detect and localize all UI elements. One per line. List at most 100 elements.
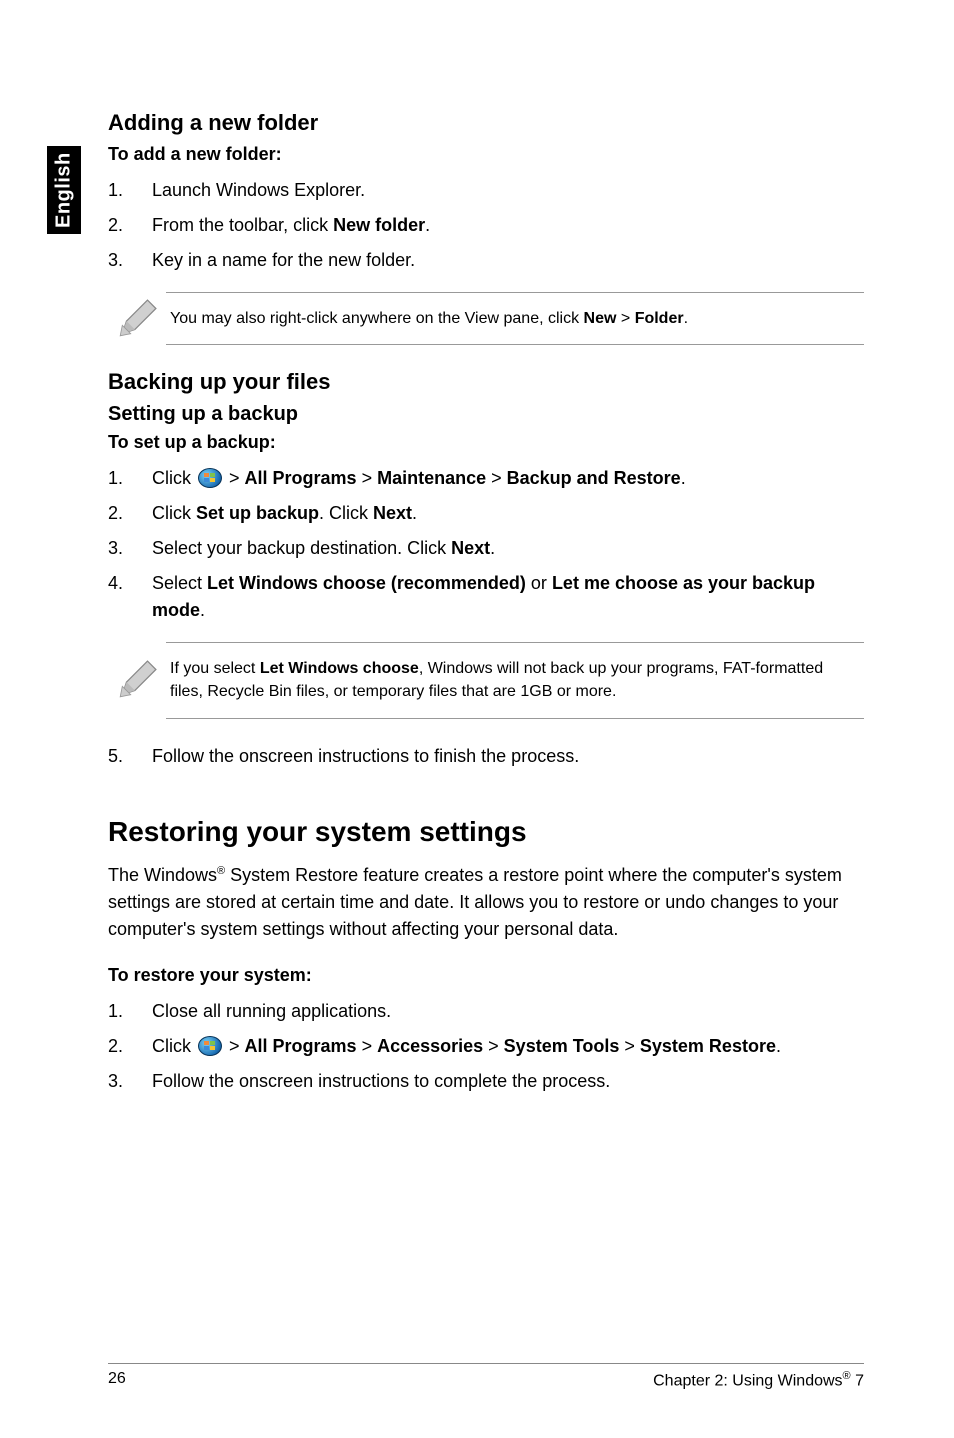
page-content: Adding a new folder To add a new folder:…: [0, 0, 954, 1095]
text-fragment: or: [526, 573, 552, 593]
steps-restore: 1. Close all running applications. 2. Cl…: [108, 998, 864, 1095]
note-box: If you select Let Windows choose, Window…: [108, 642, 864, 718]
text-fragment: .: [200, 600, 205, 620]
text-bold: System Restore: [640, 1036, 776, 1056]
step-number: 1.: [108, 177, 152, 204]
restore-body: The Windows® System Restore feature crea…: [108, 862, 864, 943]
subheading-setting-backup: Setting up a backup: [108, 403, 864, 426]
step-number: 1.: [108, 998, 152, 1025]
step-text: From the toolbar, click New folder.: [152, 212, 864, 239]
step-number: 2.: [108, 212, 152, 239]
pencil-icon: [108, 659, 166, 701]
text-fragment: Click: [152, 1036, 196, 1056]
windows-start-icon: [198, 1036, 222, 1056]
steps-backup: 1. Click > All Programs > Maintenance > …: [108, 465, 864, 624]
text-bold: New folder: [333, 215, 425, 235]
list-item: 1. Launch Windows Explorer.: [108, 177, 864, 204]
registered-mark: ®: [843, 1370, 851, 1382]
steps-add-folder: 1. Launch Windows Explorer. 2. From the …: [108, 177, 864, 274]
heading-backup: Backing up your files: [108, 369, 864, 395]
step-number: 2.: [108, 1033, 152, 1060]
step-text: Follow the onscreen instructions to comp…: [152, 1068, 864, 1095]
text-fragment: >: [224, 1036, 245, 1056]
text-bold: Maintenance: [377, 468, 486, 488]
text-fragment: Select: [152, 573, 207, 593]
windows-start-icon: [198, 468, 222, 488]
text-fragment: Chapter 2: Using Windows: [653, 1372, 842, 1389]
list-item: 1. Click > All Programs > Maintenance > …: [108, 465, 864, 492]
text-fragment: .: [684, 310, 688, 327]
list-item: 2. Click > All Programs > Accessories > …: [108, 1033, 864, 1060]
pencil-icon: [108, 298, 166, 340]
text-fragment: .: [412, 503, 417, 523]
step-text: Click Set up backup. Click Next.: [152, 500, 864, 527]
step-text: Click > All Programs > Maintenance > Bac…: [152, 465, 864, 492]
text-fragment: From the toolbar, click: [152, 215, 333, 235]
step-number: 3.: [108, 1068, 152, 1095]
text-fragment: Click: [152, 503, 196, 523]
text-fragment: .: [425, 215, 430, 235]
note-text: If you select Let Windows choose, Window…: [166, 642, 864, 718]
registered-mark: ®: [217, 865, 225, 877]
text-fragment: Select your backup destination. Click: [152, 538, 451, 558]
step-number: 1.: [108, 465, 152, 492]
text-fragment: Click: [152, 468, 196, 488]
page-number: 26: [108, 1370, 126, 1390]
text-fragment: >: [619, 1036, 640, 1056]
text-fragment: 7: [851, 1372, 864, 1389]
lead-add-folder: To add a new folder:: [108, 144, 864, 165]
chapter-label: Chapter 2: Using Windows® 7: [653, 1370, 864, 1390]
text-fragment: .: [490, 538, 495, 558]
text-bold: Set up backup: [196, 503, 319, 523]
list-item: 5. Follow the onscreen instructions to f…: [108, 743, 864, 770]
list-item: 3. Select your backup destination. Click…: [108, 535, 864, 562]
step-text: Launch Windows Explorer.: [152, 177, 864, 204]
step-number: 2.: [108, 500, 152, 527]
text-bold: Accessories: [377, 1036, 483, 1056]
page-footer: 26 Chapter 2: Using Windows® 7: [108, 1363, 864, 1390]
steps-backup-cont: 5. Follow the onscreen instructions to f…: [108, 743, 864, 770]
text-fragment: >: [357, 468, 378, 488]
heading-restore: Restoring your system settings: [108, 816, 864, 848]
text-bold: Let Windows choose: [260, 660, 419, 677]
text-fragment: .: [776, 1036, 781, 1056]
heading-adding-folder: Adding a new folder: [108, 110, 864, 136]
text-bold: Backup and Restore: [507, 468, 681, 488]
note-text: You may also right-click anywhere on the…: [166, 292, 864, 345]
lead-restore: To restore your system:: [108, 965, 864, 986]
lead-backup: To set up a backup:: [108, 432, 864, 453]
text-bold: Next: [451, 538, 490, 558]
step-text: Follow the onscreen instructions to fini…: [152, 743, 864, 770]
list-item: 3. Key in a name for the new folder.: [108, 247, 864, 274]
step-text: Select your backup destination. Click Ne…: [152, 535, 864, 562]
list-item: 4. Select Let Windows choose (recommende…: [108, 570, 864, 624]
step-number: 5.: [108, 743, 152, 770]
step-text: Key in a name for the new folder.: [152, 247, 864, 274]
text-bold: System Tools: [504, 1036, 620, 1056]
text-fragment: .: [681, 468, 686, 488]
step-text: Click > All Programs > Accessories > Sys…: [152, 1033, 864, 1060]
text-fragment: >: [224, 468, 245, 488]
step-number: 3.: [108, 247, 152, 274]
text-bold: New: [584, 310, 617, 327]
list-item: 3. Follow the onscreen instructions to c…: [108, 1068, 864, 1095]
step-number: 4.: [108, 570, 152, 624]
note-box: You may also right-click anywhere on the…: [108, 292, 864, 345]
list-item: 1. Close all running applications.: [108, 998, 864, 1025]
step-number: 3.: [108, 535, 152, 562]
list-item: 2. Click Set up backup. Click Next.: [108, 500, 864, 527]
text-bold: All Programs: [245, 468, 357, 488]
list-item: 2. From the toolbar, click New folder.: [108, 212, 864, 239]
text-bold: Let Windows choose (recommended): [207, 573, 526, 593]
text-fragment: . Click: [319, 503, 373, 523]
text-fragment: >: [483, 1036, 504, 1056]
text-fragment: You may also right-click anywhere on the…: [170, 310, 584, 327]
text-fragment: The Windows: [108, 865, 217, 885]
text-fragment: >: [357, 1036, 378, 1056]
text-bold: Next: [373, 503, 412, 523]
text-fragment: >: [486, 468, 507, 488]
text-fragment: >: [616, 310, 634, 327]
text-bold: Folder: [635, 310, 684, 327]
text-bold: All Programs: [245, 1036, 357, 1056]
step-text: Close all running applications.: [152, 998, 864, 1025]
